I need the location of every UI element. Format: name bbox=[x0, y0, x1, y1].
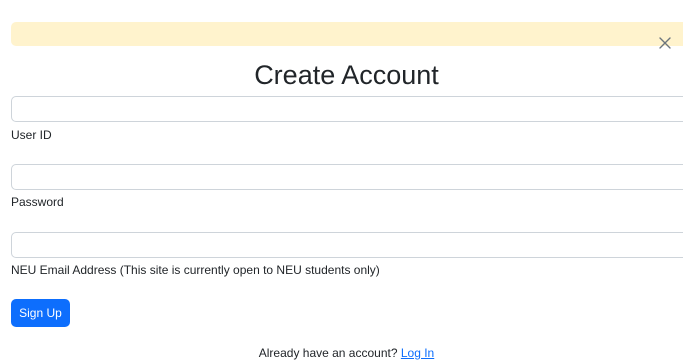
alert-banner bbox=[11, 22, 683, 46]
create-account-page: Create Account User ID Password NEU Emai… bbox=[0, 0, 683, 360]
login-link[interactable]: Log In bbox=[401, 346, 434, 360]
login-prompt-text: Already have an account? bbox=[258, 346, 398, 360]
email-input[interactable] bbox=[11, 232, 683, 258]
page-title: Create Account bbox=[254, 60, 439, 90]
password-label: Password bbox=[11, 195, 64, 209]
login-prompt-line: Already have an account? Log In bbox=[0, 345, 683, 360]
alert-close-button[interactable] bbox=[655, 33, 675, 53]
sign-up-button[interactable]: Sign Up bbox=[11, 299, 70, 327]
user-id-input[interactable] bbox=[11, 96, 683, 122]
email-label: NEU Email Address (This site is currentl… bbox=[11, 263, 380, 277]
user-id-label: User ID bbox=[11, 128, 52, 142]
password-input[interactable] bbox=[11, 164, 683, 190]
close-icon bbox=[659, 37, 671, 49]
